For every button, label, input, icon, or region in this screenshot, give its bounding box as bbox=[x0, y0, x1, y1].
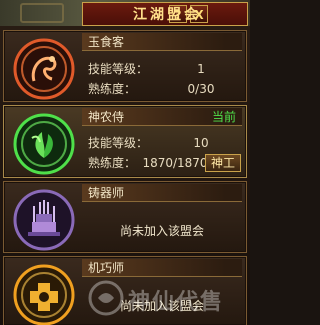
herb-leaf-icon bbox=[12, 112, 76, 176]
guild-name: 玉食客 bbox=[82, 33, 242, 51]
dragon-ring-icon bbox=[12, 37, 76, 101]
not-joined-status: 尚未加入该盟会 bbox=[119, 224, 204, 238]
guild-name: 神农侍 当前 bbox=[82, 108, 242, 126]
proficiency-row: 熟练度： 0/30 bbox=[88, 81, 214, 97]
proficiency-value: 0/30 bbox=[187, 82, 215, 96]
guild-panel-zhuqishi[interactable]: 铸器师 尚未加入该盟会 bbox=[3, 181, 247, 253]
watermark-text: 神仙代售 bbox=[128, 290, 225, 315]
proficiency-row: 熟练度： 1870/1870 bbox=[88, 155, 208, 171]
scene-ornament bbox=[20, 3, 64, 23]
proficiency-label: 熟练度： bbox=[88, 156, 137, 170]
shengong-button[interactable]: 神工 bbox=[205, 154, 241, 172]
skill-level-row: 技能等级： 10 bbox=[88, 135, 209, 151]
skill-level-value: 1 bbox=[197, 62, 205, 76]
guild-window: ? X 江湖盟会 玉食客 技能等级： 1 熟练度： 0/30 神农侍 当前 技能… bbox=[0, 0, 250, 325]
skill-level-row: 技能等级： 1 bbox=[88, 61, 205, 77]
gear-mechanism-icon bbox=[12, 263, 76, 325]
guild-name-text: 神农侍 bbox=[88, 110, 125, 124]
guild-panel-yushike[interactable]: 玉食客 技能等级： 1 熟练度： 0/30 bbox=[3, 30, 247, 102]
skill-level-label: 技能等级： bbox=[88, 136, 149, 150]
current-guild-badge: 当前 bbox=[211, 110, 236, 124]
proficiency-label: 熟练度： bbox=[88, 82, 137, 96]
forge-shrine-icon bbox=[12, 188, 76, 252]
proficiency-value: 1870/1870 bbox=[142, 156, 208, 170]
guild-name: 铸器师 bbox=[82, 184, 242, 202]
window-title: 江湖盟会 bbox=[133, 7, 201, 23]
skill-level-value: 10 bbox=[193, 136, 209, 150]
skill-level-label: 技能等级： bbox=[88, 62, 149, 76]
guild-name: 机巧师 bbox=[82, 259, 242, 277]
watermark: 神仙代售 bbox=[88, 276, 248, 320]
